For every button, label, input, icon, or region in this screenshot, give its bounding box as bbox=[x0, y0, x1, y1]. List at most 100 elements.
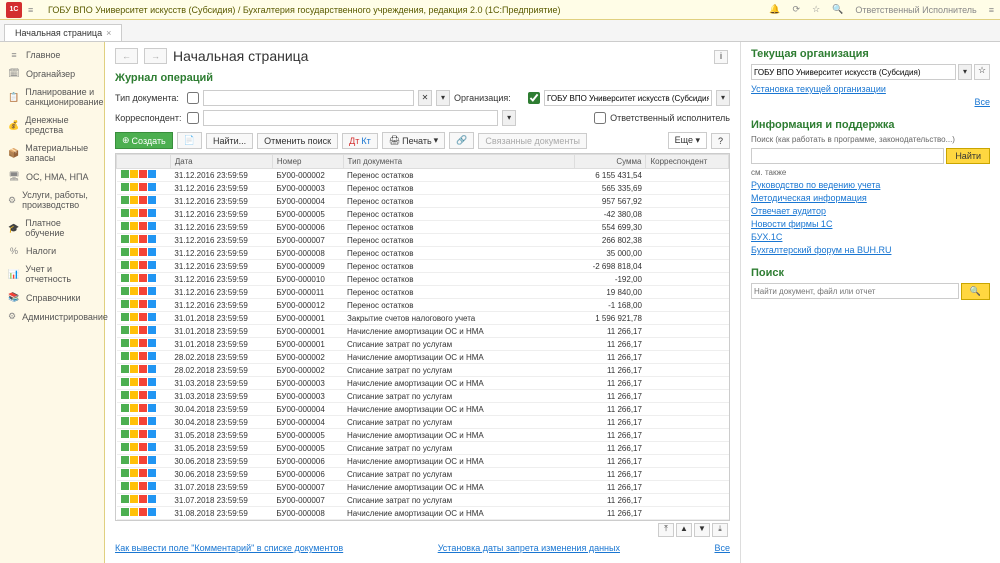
table-row[interactable]: 31.08.2018 23:59:59БУ00-000008Начисление… bbox=[117, 507, 729, 520]
scroll-bottom[interactable]: ⤓ bbox=[712, 523, 728, 537]
support-link[interactable]: Методическая информация bbox=[751, 193, 990, 203]
sidebar-item[interactable]: 🎓Платное обучение bbox=[0, 214, 104, 242]
sidebar-item[interactable]: ≡Главное bbox=[0, 46, 104, 64]
doctype-input[interactable] bbox=[203, 90, 414, 106]
dropdown-icon[interactable]: ▾ bbox=[502, 110, 516, 126]
print-button[interactable]: 🖨 Печать ▾ bbox=[382, 132, 445, 149]
scroll-down[interactable]: ▼ bbox=[694, 523, 710, 537]
dropdown-icon[interactable]: ▾ bbox=[716, 90, 730, 106]
set-org-link[interactable]: Установка текущей организации bbox=[751, 84, 990, 94]
doctype-check[interactable] bbox=[187, 92, 199, 104]
copy-button[interactable]: 📄 bbox=[177, 132, 202, 149]
star-icon[interactable]: ☆ bbox=[974, 64, 990, 80]
sidebar-item[interactable]: %Налоги bbox=[0, 242, 104, 260]
support-link[interactable]: БУХ.1С bbox=[751, 232, 990, 242]
find-button[interactable]: Найти bbox=[946, 148, 990, 164]
info-search-input[interactable] bbox=[751, 148, 944, 164]
related-button[interactable]: Связанные документы bbox=[478, 133, 587, 149]
help-link-date[interactable]: Установка даты запрета изменения данных bbox=[438, 543, 620, 553]
tab-home[interactable]: Начальная страница × bbox=[4, 24, 122, 41]
table-row[interactable]: 31.12.2016 23:59:59БУ00-000010Перенос ос… bbox=[117, 273, 729, 286]
sidebar-item[interactable]: 📋Планирование и санкционирование bbox=[0, 83, 104, 111]
table-row[interactable]: 31.12.2016 23:59:59БУ00-000007Перенос ос… bbox=[117, 234, 729, 247]
table-row[interactable]: 31.12.2016 23:59:59БУ00-000004Перенос ос… bbox=[117, 195, 729, 208]
sidebar-item[interactable]: ⚙Услуги, работы, производство bbox=[0, 186, 104, 214]
table-row[interactable]: 31.01.2018 23:59:59БУ00-000001Закрытие с… bbox=[117, 312, 729, 325]
table-row[interactable]: 31.05.2018 23:59:59БУ00-000005Списание з… bbox=[117, 442, 729, 455]
table-row[interactable]: 31.03.2018 23:59:59БУ00-000003Начисление… bbox=[117, 377, 729, 390]
table-row[interactable]: 31.12.2016 23:59:59БУ00-000006Перенос ос… bbox=[117, 221, 729, 234]
column-header[interactable]: Сумма bbox=[574, 155, 646, 169]
table-row[interactable]: 31.07.2018 23:59:59БУ00-000007Начисление… bbox=[117, 481, 729, 494]
table-row[interactable]: 28.02.2018 23:59:59БУ00-000002Начисление… bbox=[117, 351, 729, 364]
settings-icon[interactable]: ≡ bbox=[989, 5, 994, 15]
table-row[interactable]: 30.04.2018 23:59:59БУ00-000004Начисление… bbox=[117, 403, 729, 416]
table-row[interactable]: 31.12.2016 23:59:59БУ00-000008Перенос ос… bbox=[117, 247, 729, 260]
dropdown-icon[interactable]: ▾ bbox=[958, 64, 972, 80]
help-button[interactable]: ? bbox=[711, 133, 730, 149]
table-row[interactable]: 31.12.2016 23:59:59БУ00-000005Перенос ос… bbox=[117, 208, 729, 221]
current-org-input[interactable] bbox=[751, 64, 956, 80]
burger-icon[interactable]: ≡ bbox=[28, 5, 42, 15]
sidebar-item[interactable]: 📊Учет и отчетность bbox=[0, 260, 104, 288]
table-row[interactable]: 28.02.2018 23:59:59БУ00-000002Списание з… bbox=[117, 364, 729, 377]
dt-button[interactable]: ДтКт bbox=[342, 133, 378, 149]
dropdown-icon[interactable]: ▾ bbox=[436, 90, 450, 106]
support-link[interactable]: Бухгалтерский форум на BUH.RU bbox=[751, 245, 990, 255]
table-row[interactable]: 31.07.2018 23:59:59БУ00-000007Списание з… bbox=[117, 494, 729, 507]
search-icon[interactable]: 🔍 bbox=[832, 4, 843, 15]
sidebar-item[interactable]: ⚙Администрирование bbox=[0, 307, 104, 326]
table-row[interactable]: 31.05.2018 23:59:59БУ00-000005Начисление… bbox=[117, 429, 729, 442]
table-row[interactable]: 31.12.2016 23:59:59БУ00-000012Перенос ос… bbox=[117, 299, 729, 312]
all-link[interactable]: Все bbox=[714, 543, 730, 553]
search-icon[interactable]: 🔍 bbox=[961, 283, 990, 300]
scroll-top[interactable]: ⤒ bbox=[658, 523, 674, 537]
sidebar-item[interactable]: 💰Денежные средства bbox=[0, 111, 104, 139]
global-search-input[interactable] bbox=[751, 283, 959, 299]
close-icon[interactable]: × bbox=[106, 28, 111, 38]
column-header[interactable]: Корреспондент bbox=[646, 155, 729, 169]
column-header[interactable]: Тип документа bbox=[343, 155, 574, 169]
table-row[interactable]: 31.12.2016 23:59:59БУ00-000002Перенос ос… bbox=[117, 169, 729, 182]
org-check[interactable] bbox=[528, 92, 540, 104]
history-icon[interactable]: ⟳ bbox=[793, 4, 801, 15]
user-label[interactable]: Ответственный Исполнитель bbox=[855, 5, 976, 15]
org-input[interactable] bbox=[544, 90, 712, 106]
sidebar-item[interactable]: 🖥ОС, НМА, НПА bbox=[0, 167, 104, 186]
table-row[interactable]: 31.12.2016 23:59:59БУ00-000009Перенос ос… bbox=[117, 260, 729, 273]
more-button[interactable]: Еще ▾ bbox=[668, 132, 707, 149]
nav-back[interactable]: ← bbox=[115, 48, 138, 64]
corr-check[interactable] bbox=[187, 112, 199, 124]
link-button[interactable]: 🔗 bbox=[449, 132, 474, 149]
scroll-up[interactable]: ▲ bbox=[676, 523, 692, 537]
cancel-find-button[interactable]: Отменить поиск bbox=[257, 133, 338, 149]
column-header[interactable]: Номер bbox=[272, 155, 343, 169]
sidebar-item[interactable]: 🗓Органайзер bbox=[0, 64, 104, 83]
column-header[interactable]: Дата bbox=[170, 155, 272, 169]
clear-icon[interactable]: ✕ bbox=[418, 90, 432, 106]
info-button[interactable]: i bbox=[714, 50, 728, 64]
all-link[interactable]: Все bbox=[751, 97, 990, 107]
journal-table[interactable]: ДатаНомерТип документаСуммаКорреспондент… bbox=[115, 153, 730, 521]
table-row[interactable]: 31.12.2016 23:59:59БУ00-000011Перенос ос… bbox=[117, 286, 729, 299]
bell-icon[interactable]: 🔔 bbox=[769, 4, 780, 15]
sidebar-item[interactable]: 📚Справочники bbox=[0, 288, 104, 307]
table-row[interactable]: 31.01.2018 23:59:59БУ00-000001Списание з… bbox=[117, 338, 729, 351]
column-header[interactable] bbox=[117, 155, 171, 169]
sidebar-item[interactable]: 📦Материальные запасы bbox=[0, 139, 104, 167]
table-row[interactable]: 30.06.2018 23:59:59БУ00-000006Списание з… bbox=[117, 468, 729, 481]
support-link[interactable]: Новости фирмы 1С bbox=[751, 219, 990, 229]
support-link[interactable]: Руководство по ведению учета bbox=[751, 180, 990, 190]
table-row[interactable]: 31.12.2016 23:59:59БУ00-000003Перенос ос… bbox=[117, 182, 729, 195]
support-link[interactable]: Отвечает аудитор bbox=[751, 206, 990, 216]
find-button[interactable]: Найти... bbox=[206, 133, 253, 149]
star-icon[interactable]: ☆ bbox=[812, 4, 820, 15]
nav-fwd[interactable]: → bbox=[144, 48, 167, 64]
create-button[interactable]: ⊕ Создать bbox=[115, 132, 173, 149]
table-row[interactable]: 30.06.2018 23:59:59БУ00-000006Начисление… bbox=[117, 455, 729, 468]
resp-check[interactable] bbox=[594, 112, 606, 124]
table-row[interactable]: 31.03.2018 23:59:59БУ00-000003Списание з… bbox=[117, 390, 729, 403]
help-link-comment[interactable]: Как вывести поле "Комментарий" в списке … bbox=[115, 543, 343, 553]
corr-input[interactable] bbox=[203, 110, 498, 126]
table-row[interactable]: 31.01.2018 23:59:59БУ00-000001Начисление… bbox=[117, 325, 729, 338]
